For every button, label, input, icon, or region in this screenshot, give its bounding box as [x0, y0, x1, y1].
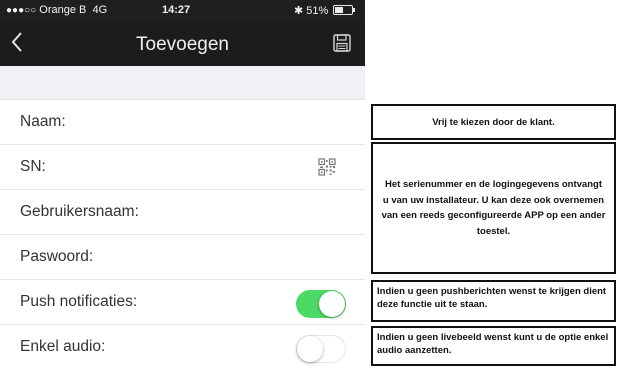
audio-only-toggle[interactable]: [296, 335, 346, 363]
push-notifications-row: Push notificaties:: [0, 279, 365, 324]
push-notifications-toggle[interactable]: [296, 290, 346, 318]
carrier-info: ●●●○○ Orange B 4G: [6, 4, 107, 16]
sn-field[interactable]: SN:: [0, 144, 365, 189]
bluetooth-icon: ✱: [294, 5, 304, 17]
sn-annotation: Het serienummer en de logingegevens ontv…: [371, 142, 616, 274]
clock: 14:27: [162, 4, 191, 16]
settings-form: Naam: SN: Gebruikersnaam: Paswoord: Push…: [0, 99, 365, 369]
save-floppy-icon[interactable]: [332, 33, 352, 53]
name-annotation: Vrij te kiezen door de klant.: [371, 104, 616, 140]
section-header-spacer: [0, 66, 365, 99]
battery-percentage: 51%: [306, 5, 329, 17]
qr-code-scan-icon[interactable]: [318, 158, 336, 176]
sn-label: SN:: [20, 158, 46, 175]
page-title: Toevoegen: [136, 34, 229, 55]
name-field[interactable]: Naam:: [0, 99, 365, 144]
name-label: Naam:: [20, 113, 66, 130]
audio-annotation: Indien u geen livebeeld wenst kunt u de …: [371, 326, 616, 366]
username-field[interactable]: Gebruikersnaam:: [0, 189, 365, 234]
carrier-name: Orange B: [39, 4, 87, 16]
password-field[interactable]: Paswoord:: [0, 234, 365, 279]
signal-strength-icon: ●●●○○: [6, 5, 37, 16]
audio-only-row: Enkel audio:: [0, 324, 365, 369]
status-bar: ●●●○○ Orange B 4G 14:27 ✱ 51%: [0, 0, 365, 22]
username-label: Gebruikersnaam:: [20, 203, 139, 220]
push-notifications-label: Push notificaties:: [20, 293, 138, 310]
audio-only-label: Enkel audio:: [20, 338, 106, 355]
network-type: 4G: [92, 4, 108, 16]
phone-screen: ●●●○○ Orange B 4G 14:27 ✱ 51% Toevoegen: [0, 0, 365, 369]
push-annotation: Indien u geen pushberichten wenst te kri…: [371, 280, 616, 322]
battery-info: ✱ 51%: [294, 4, 356, 17]
password-label: Paswoord:: [20, 248, 94, 265]
battery-icon: [333, 5, 356, 15]
navigation-bar: Toevoegen: [0, 22, 365, 66]
